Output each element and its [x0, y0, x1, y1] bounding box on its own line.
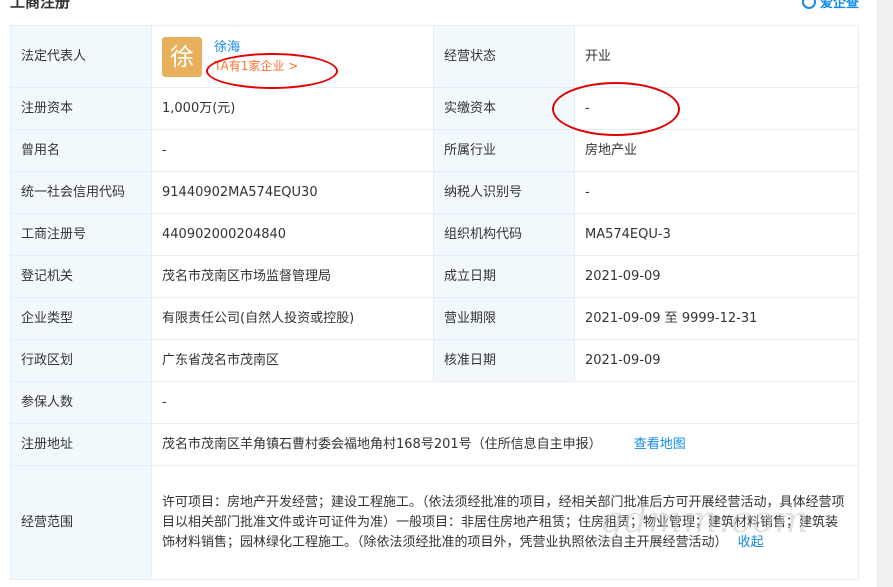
watermark: gdmm.com [600, 500, 810, 541]
value-authority: 茂名市茂南区市场监督管理局 [151, 255, 434, 298]
legal-rep-info: 徐海 TA有1家企业 > [214, 39, 298, 75]
value-org-code: MA574EQU-3 [574, 213, 859, 256]
section-title: 工商注册 [10, 0, 71, 11]
vertical-scrollbar[interactable] [877, 0, 893, 587]
label-status: 经营状态 [433, 25, 575, 88]
table-row: 注册资本 1,000万(元) 实缴资本 - [10, 87, 859, 130]
label-found-date: 成立日期 [433, 255, 575, 298]
label-scope: 经营范围 [10, 465, 152, 580]
address-cell: 茂名市茂南区羊角镇石曹村委会福地角村168号201号（住所信息自主申报） 查看地… [151, 423, 859, 466]
value-region: 广东省茂名市茂南区 [151, 339, 434, 382]
view-map-link[interactable]: 查看地图 [634, 437, 686, 452]
label-reg-capital: 注册资本 [10, 87, 152, 130]
value-company-type: 有限责任公司(自然人投资或控股) [151, 297, 434, 340]
label-region: 行政区划 [10, 339, 152, 382]
table-row: 工商注册号 440902000204840 组织机构代码 MA574EQU-3 [10, 213, 859, 256]
legal-rep-name-link[interactable]: 徐海 [214, 39, 298, 57]
value-biz-term: 2021-09-09 至 9999-12-31 [574, 297, 859, 340]
table-row: 注册地址 茂名市茂南区羊角镇石曹村委会福地角村168号201号（住所信息自主申报… [10, 423, 859, 466]
brand-logo[interactable]: 爱企查 [801, 0, 859, 11]
table-row: 企业类型 有限责任公司(自然人投资或控股) 营业期限 2021-09-09 至 … [10, 297, 859, 340]
label-biz-term: 营业期限 [433, 297, 575, 340]
label-org-code: 组织机构代码 [433, 213, 575, 256]
legal-rep-cell: 徐 徐海 TA有1家企业 > [151, 25, 434, 88]
value-address: 茂名市茂南区羊角镇石曹村委会福地角村168号201号（住所信息自主申报） [162, 436, 602, 452]
value-insured: - [151, 381, 859, 424]
avatar: 徐 [162, 36, 202, 77]
label-taxpayer-id: 纳税人识别号 [433, 171, 575, 214]
value-approve-date: 2021-09-09 [574, 339, 859, 382]
table-row: 曾用名 - 所属行业 房地产业 [10, 129, 859, 172]
label-industry: 所属行业 [433, 129, 575, 172]
table-row: 参保人数 - [10, 381, 859, 424]
table-row: 登记机关 茂名市茂南区市场监督管理局 成立日期 2021-09-09 [10, 255, 859, 298]
table-row: 法定代表人 徐 徐海 TA有1家企业 > 经营状态 开业 [10, 25, 859, 88]
value-paid-capital: - [574, 87, 859, 130]
related-firms-link[interactable]: TA有1家企业 > [214, 57, 298, 75]
value-status: 开业 [574, 25, 859, 88]
value-reg-no: 440902000204840 [151, 213, 434, 256]
value-found-date: 2021-09-09 [574, 255, 859, 298]
label-credit-code: 统一社会信用代码 [10, 171, 152, 214]
label-legal-rep: 法定代表人 [10, 25, 152, 88]
label-approve-date: 核准日期 [433, 339, 575, 382]
value-credit-code: 91440902MA574EQU30 [151, 171, 434, 214]
value-reg-capital: 1,000万(元) [151, 87, 434, 130]
label-former-name: 曾用名 [10, 129, 152, 172]
label-paid-capital: 实缴资本 [433, 87, 575, 130]
brand-name: 爱企查 [819, 0, 859, 11]
value-former-name: - [151, 129, 434, 172]
registration-table: 法定代表人 徐 徐海 TA有1家企业 > 经营状态 开业 注册资本 1,000万… [10, 25, 859, 580]
aiqicha-logo-icon [801, 0, 816, 9]
label-authority: 登记机关 [10, 255, 152, 298]
table-row: 行政区划 广东省茂名市茂南区 核准日期 2021-09-09 [10, 339, 859, 382]
label-insured: 参保人数 [10, 381, 152, 424]
value-industry: 房地产业 [574, 129, 859, 172]
value-taxpayer-id: - [574, 171, 859, 214]
label-company-type: 企业类型 [10, 297, 152, 340]
table-row: 统一社会信用代码 91440902MA574EQU30 纳税人识别号 - [10, 171, 859, 214]
label-reg-no: 工商注册号 [10, 213, 152, 256]
label-address: 注册地址 [10, 423, 152, 466]
